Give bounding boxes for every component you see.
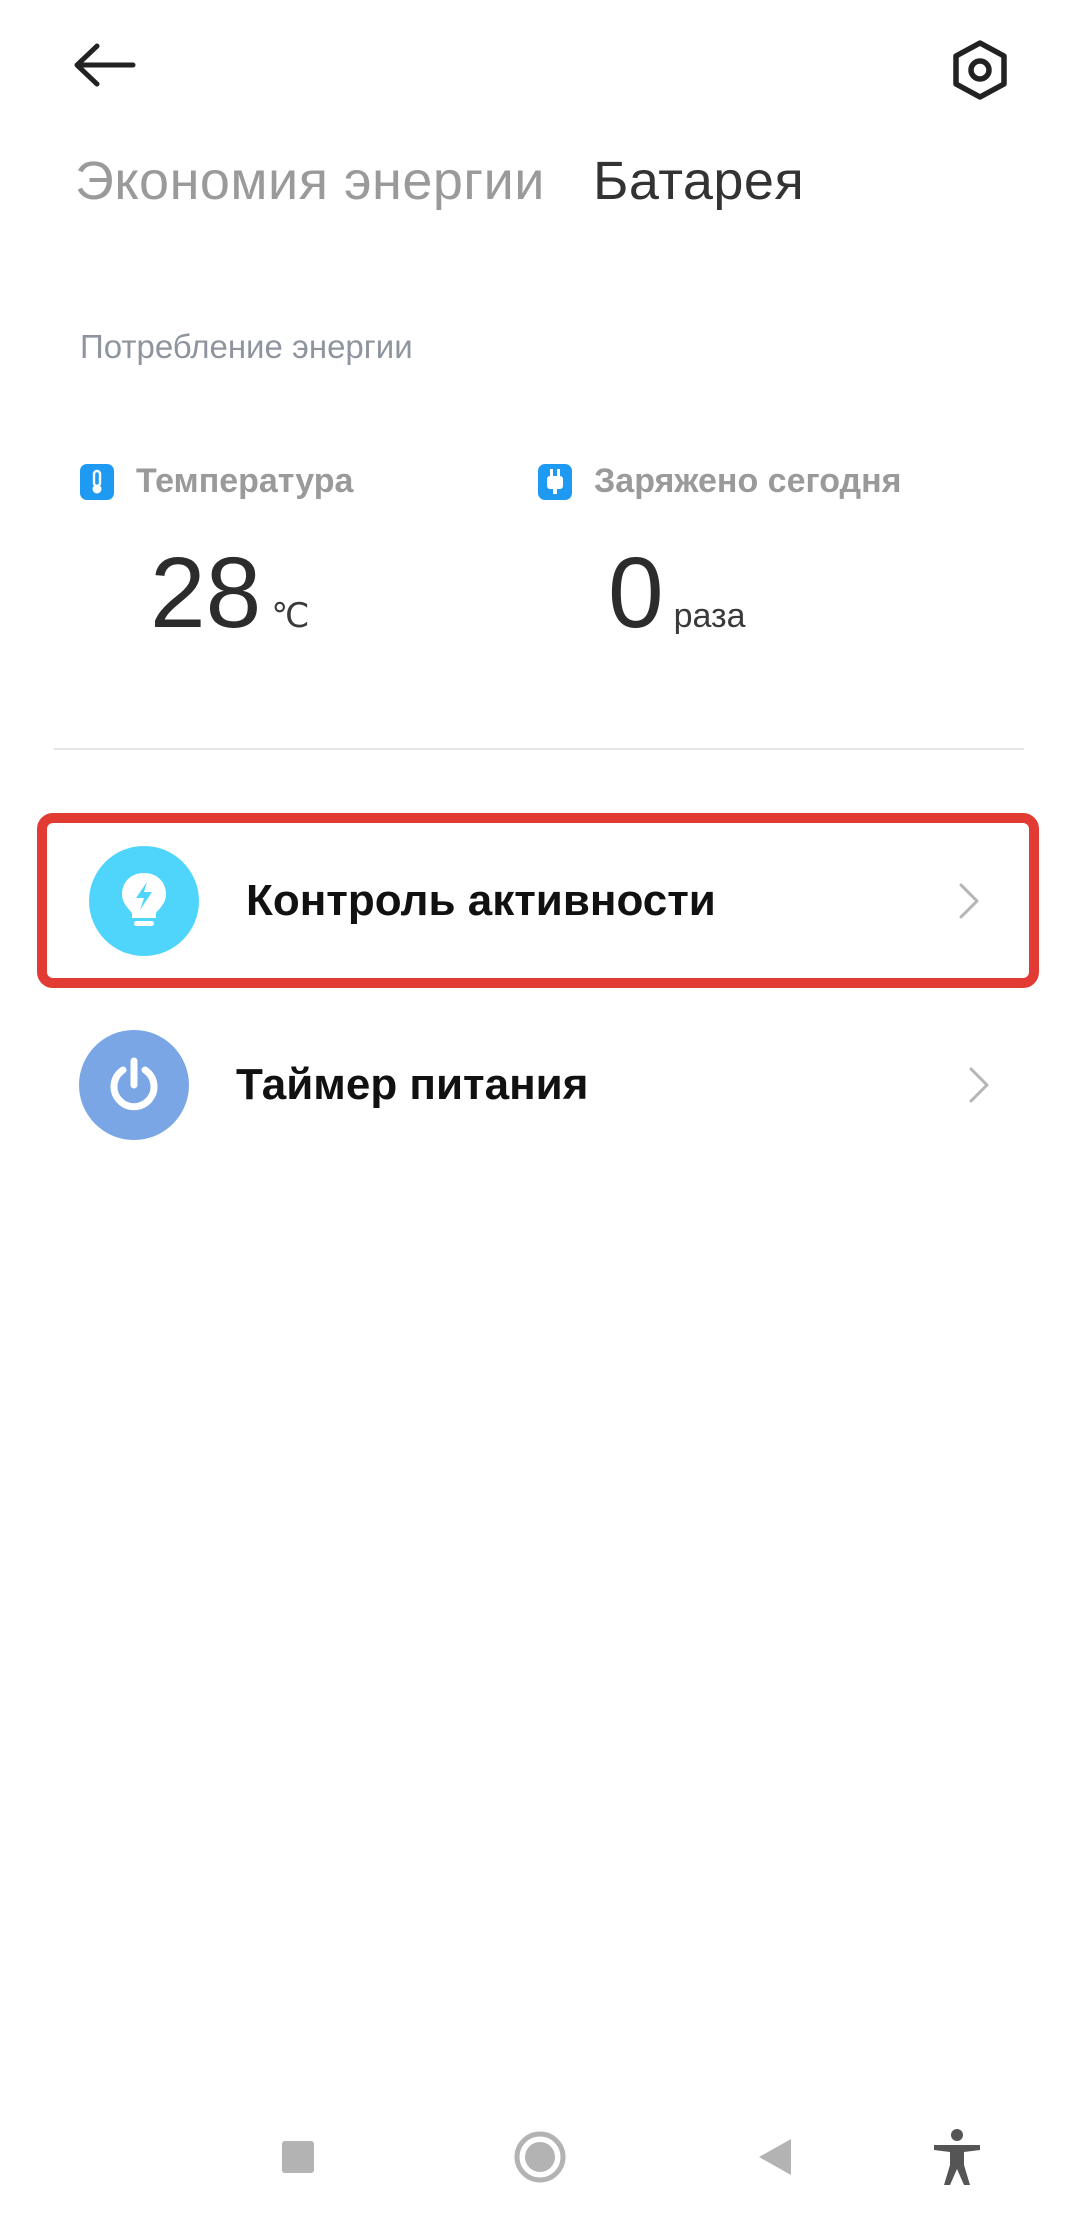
arrow-left-icon	[74, 43, 136, 87]
nav-back-button[interactable]	[740, 2122, 810, 2192]
temperature-stat: Температура 28 ℃	[80, 462, 353, 643]
back-triangle-icon	[759, 2139, 791, 2175]
charged-today-label: Заряжено сегодня	[594, 462, 902, 500]
list-item-activity-control[interactable]: Контроль активности	[37, 813, 1039, 988]
thermometer-icon	[80, 463, 114, 500]
tab-battery[interactable]: Батарея	[593, 150, 804, 212]
recents-square-icon	[282, 2141, 314, 2173]
temperature-value: 28	[150, 537, 262, 649]
home-circle-icon	[514, 2131, 566, 2183]
settings-button[interactable]	[935, 25, 1025, 115]
nav-accessibility-button[interactable]	[922, 2122, 992, 2192]
charged-today-value: 0	[608, 537, 664, 649]
accessibility-icon	[934, 2129, 980, 2185]
power-icon	[79, 1029, 189, 1140]
temperature-unit: ℃	[271, 597, 310, 635]
gear-hexagon-icon	[953, 40, 1007, 100]
nav-home-button[interactable]	[505, 2122, 575, 2192]
divider	[54, 748, 1024, 750]
tab-power-saving[interactable]: Экономия энергии	[75, 150, 545, 212]
chevron-right-icon	[959, 1055, 999, 1115]
tab-bar: Экономия энергии Батарея	[75, 150, 804, 212]
nav-recents-button[interactable]	[263, 2122, 333, 2192]
lightbulb-bolt-icon	[89, 845, 199, 956]
list-item-label: Таймер питания	[236, 1059, 589, 1109]
charged-today-stat: Заряжено сегодня 0 раза	[538, 462, 902, 643]
section-title: Потребление энергии	[80, 328, 413, 365]
chevron-right-icon	[949, 871, 989, 931]
charged-today-unit: раза	[673, 597, 746, 635]
list-item-power-timer[interactable]: Таймер питания	[37, 997, 1039, 1172]
temperature-label: Температура	[136, 462, 354, 500]
list-item-label: Контроль активности	[246, 875, 716, 925]
back-button[interactable]	[60, 30, 150, 100]
charger-plug-icon	[538, 463, 572, 500]
